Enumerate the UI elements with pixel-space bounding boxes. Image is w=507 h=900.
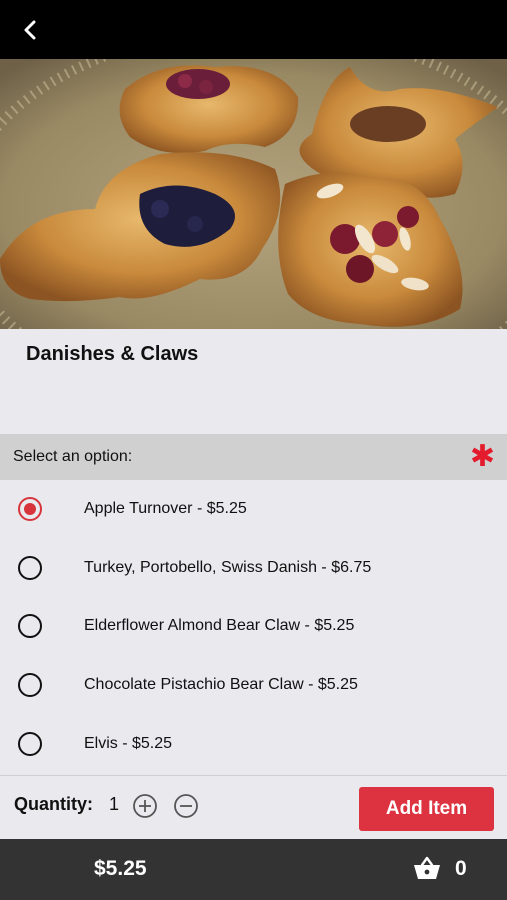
item-title-area: Danishes & Claws — [0, 329, 507, 434]
option-apple-turnover[interactable]: Apple Turnover - $5.25 — [0, 480, 507, 539]
add-item-button[interactable]: Add Item — [359, 787, 494, 831]
option-section-header: Select an option: ✱ — [0, 434, 507, 480]
cart-count: 0 — [455, 857, 467, 880]
item-title: Danishes & Claws — [26, 343, 199, 365]
option-elderflower-almond-bear-claw[interactable]: Elderflower Almond Bear Claw - $5.25 — [0, 597, 507, 656]
top-nav-bar — [0, 0, 507, 59]
chevron-left-icon — [24, 20, 36, 40]
radio-selected-icon[interactable] — [18, 497, 42, 522]
back-button[interactable] — [14, 14, 46, 46]
option-label: Apple Turnover - $5.25 — [84, 500, 247, 518]
quantity-label: Quantity: — [14, 794, 93, 814]
option-chocolate-pistachio-bear-claw[interactable]: Chocolate Pistachio Bear Claw - $5.25 — [0, 656, 507, 715]
option-label: Turkey, Portobello, Swiss Danish - $6.75 — [84, 558, 372, 576]
radio-unselected-icon[interactable] — [18, 614, 42, 639]
basket-icon[interactable] — [413, 855, 441, 881]
quantity-value: 1 — [109, 794, 120, 814]
option-list: Apple Turnover - $5.25 Turkey, Portobell… — [0, 480, 507, 773]
option-label: Elvis - $5.25 — [84, 734, 173, 752]
minus-circle-icon[interactable] — [173, 793, 199, 819]
radio-unselected-icon[interactable] — [18, 673, 42, 698]
radio-unselected-icon[interactable] — [18, 555, 42, 580]
plus-circle-icon[interactable] — [132, 793, 158, 819]
option-section-label: Select an option: — [13, 448, 133, 465]
option-elvis[interactable]: Elvis - $5.25 — [0, 714, 507, 773]
required-asterisk-icon: ✱ — [469, 440, 495, 473]
option-label: Elderflower Almond Bear Claw - $5.25 — [84, 617, 355, 635]
cart-total: $5.25 — [94, 857, 147, 880]
quantity-bar: Quantity: 1 Add Item — [0, 775, 507, 839]
item-photo — [0, 59, 507, 329]
option-label: Chocolate Pistachio Bear Claw - $5.25 — [84, 676, 358, 694]
option-turkey-portobello-swiss-danish[interactable]: Turkey, Portobello, Swiss Danish - $6.75 — [0, 539, 507, 598]
cart-summary-bar: $5.25 0 — [0, 839, 507, 900]
radio-unselected-icon[interactable] — [18, 731, 42, 756]
